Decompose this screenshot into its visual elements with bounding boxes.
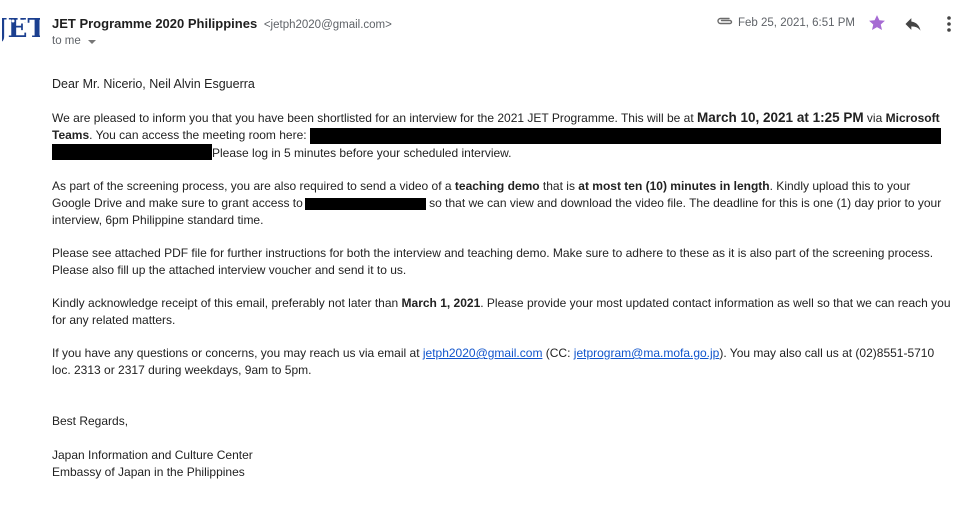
svg-text:JET: JET [2, 14, 40, 44]
paperclip-icon [717, 17, 733, 25]
paragraph-contact: If you have any questions or concerns, y… [52, 345, 952, 379]
sender-email: <jetph2020@gmail.com> [263, 19, 392, 31]
redacted-meeting-link-cont [52, 144, 212, 160]
recipient-details-toggle[interactable]: to me [52, 35, 96, 47]
sender-line: JET Programme 2020 Philippines <jetph202… [52, 15, 392, 34]
paragraph-acknowledge: Kindly acknowledge receipt of this email… [52, 295, 952, 329]
sender-name[interactable]: JET Programme 2020 Philippines [52, 16, 257, 31]
more-vert-icon[interactable] [941, 14, 957, 34]
signature-line-1: Japan Information and Culture Center [52, 448, 253, 462]
chevron-down-icon [87, 40, 96, 44]
signoff: Best Regards, [52, 414, 129, 428]
text: Kindly acknowledge receipt of this email… [52, 296, 402, 310]
redacted-email [304, 197, 426, 210]
deadline-date: March 1, 2021 [401, 296, 481, 310]
message-body: Dear Mr. Nicerio, Neil Alvin Esguerra We… [52, 76, 952, 481]
message-date: Feb 25, 2021, 6:51 PM [738, 17, 855, 29]
teaching-demo: teaching demo [454, 179, 540, 193]
reply-icon[interactable] [903, 14, 923, 34]
redacted-meeting-link [309, 127, 941, 144]
paragraph-attachments: Please see attached PDF file for further… [52, 246, 934, 277]
text: We are pleased to inform you that you ha… [52, 111, 697, 125]
text: . You can access the meeting room here: [89, 128, 310, 142]
video-length: at most ten (10) minutes in length [578, 179, 770, 193]
text: via [863, 111, 886, 125]
email-link-mofa[interactable]: jetprogram@ma.mofa.go.jp [574, 346, 720, 360]
text: Please log in 5 minutes before your sche… [212, 146, 512, 160]
recipient-label: to me [52, 35, 81, 47]
sender-avatar-logo: JET [2, 14, 40, 44]
text: If you have any questions or concerns, y… [52, 346, 423, 360]
email-link-jetph[interactable]: jetph2020@gmail.com [423, 346, 543, 360]
signature-line-2: Embassy of Japan in the Philippines [52, 465, 245, 479]
paragraph-teaching-demo: As part of the screening process, you ar… [52, 178, 952, 229]
paragraph-interview: We are pleased to inform you that you ha… [52, 109, 952, 162]
text: (CC: [542, 346, 574, 360]
text: As part of the screening process, you ar… [52, 179, 455, 193]
text: that is [539, 179, 579, 193]
interview-datetime: March 10, 2021 at 1:25 PM [697, 110, 864, 125]
greeting: Dear Mr. Nicerio, Neil Alvin Esguerra [52, 77, 255, 91]
star-icon[interactable] [867, 13, 887, 33]
